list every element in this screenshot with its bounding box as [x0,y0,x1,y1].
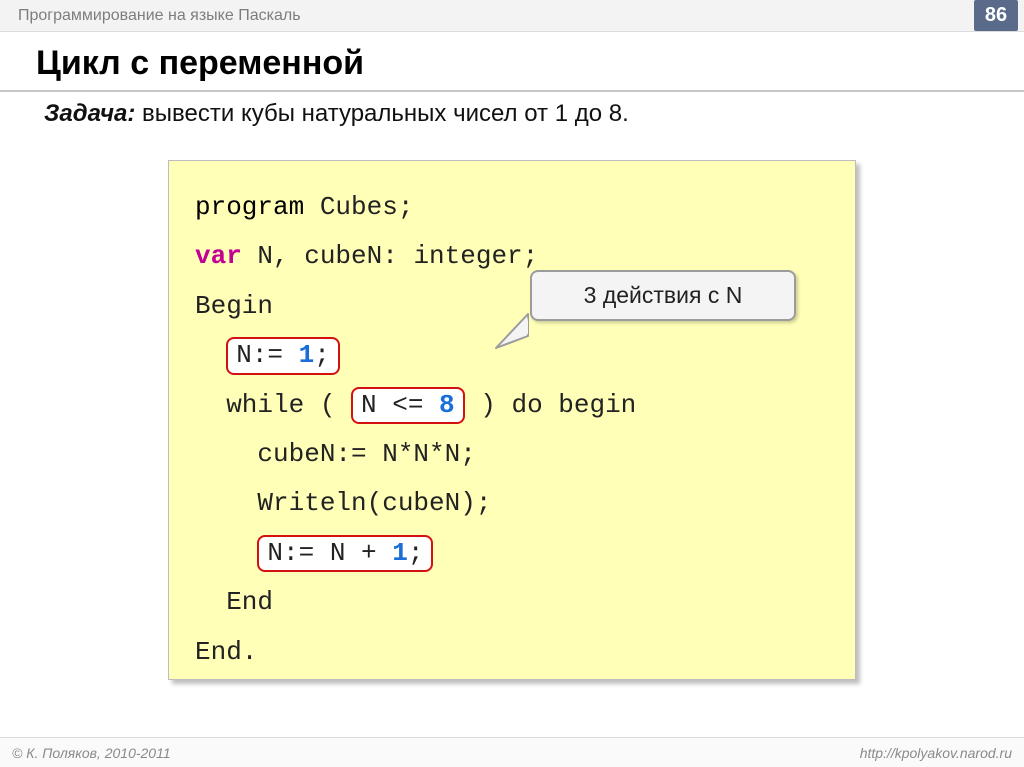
code-text: cubeN:= N*N*N; [195,439,476,469]
code-text [195,538,257,568]
footer-url: http://kpolyakov.narod.ru [860,745,1012,761]
code-text: End [195,587,273,617]
code-text: N, cubeN: integer; [242,241,538,271]
highlight-init: N:= 1; [226,337,340,375]
code-text [195,340,226,370]
footer: © К. Поляков, 2010-2011 http://kpolyakov… [0,737,1024,767]
code-text: Cubes; [304,192,413,222]
code-box: program Cubes; var N, cubeN: integer; Be… [168,160,856,680]
code-text: Begin [195,291,273,321]
code-block: program Cubes; var N, cubeN: integer; Be… [195,183,829,677]
highlight-incr: N:= N + 1; [257,535,433,573]
code-text: ) do begin [465,390,637,420]
task-label: Задача: [44,100,135,127]
page-number: 86 [974,0,1018,31]
page-title: Цикл с переменной [36,44,364,83]
topbar: Программирование на языке Паскаль 86 [0,0,1024,32]
task-line: Задача: вывести кубы натуральных чисел о… [44,100,629,128]
divider [0,90,1024,92]
code-kw-var: var [195,241,242,271]
code-kw-program: program [195,192,304,222]
code-text: End. [195,637,257,667]
highlight-cond: N <= 8 [351,387,465,425]
code-text: Writeln(cubeN); [195,488,491,518]
callout: 3 действия с N [530,270,796,321]
slide: Программирование на языке Паскаль 86 Цик… [0,0,1024,767]
code-text: while ( [195,390,351,420]
callout-text: 3 действия с N [530,270,796,321]
task-text: вывести кубы натуральных чисел от 1 до 8… [135,100,628,127]
footer-copyright: © К. Поляков, 2010-2011 [12,745,171,761]
topbar-title: Программирование на языке Паскаль [18,7,301,25]
